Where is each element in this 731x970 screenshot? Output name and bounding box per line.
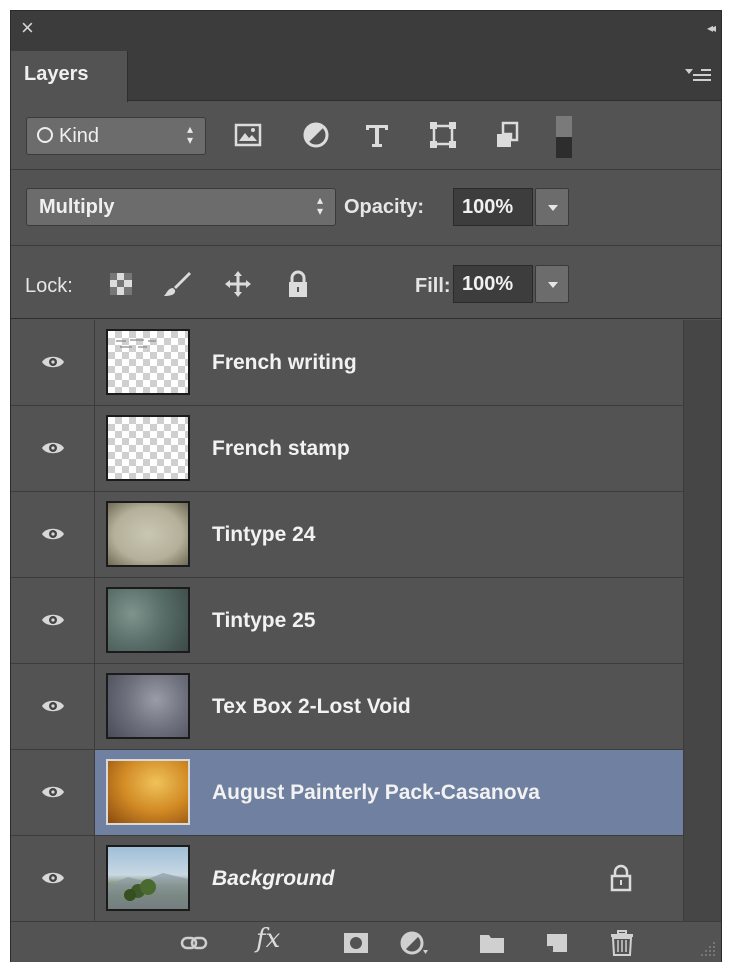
updown-arrows-icon: ▴ ▾ — [186, 122, 193, 147]
layer-row-tex-box-2-lost-void[interactable]: Tex Box 2-Lost Void — [11, 664, 683, 750]
layer-name: Tintype 24 — [212, 523, 316, 546]
adjustment-layer-filter-icon[interactable] — [301, 120, 331, 150]
blend-row: Multiply ▴ ▾ Opacity: 100% — [11, 171, 721, 246]
tab-layers[interactable]: Layers — [11, 51, 128, 102]
filter-row: Kind ▴ ▾ — [11, 102, 721, 170]
fill-dropdown-button[interactable] — [535, 265, 569, 303]
link-layers-icon[interactable] — [179, 930, 209, 956]
layer-name: Tex Box 2-Lost Void — [212, 695, 411, 718]
lock-all-icon[interactable] — [283, 269, 313, 299]
add-mask-icon[interactable] — [341, 930, 371, 956]
opacity-dropdown-button[interactable] — [535, 188, 569, 226]
visibility-cell[interactable] — [11, 664, 95, 749]
lock-row: Lock: Fill: 100% — [11, 247, 721, 319]
search-icon — [37, 127, 53, 143]
lock-image-pixels-icon[interactable] — [162, 269, 192, 299]
layer-thumbnail-august-painterly — [106, 759, 190, 825]
filter-kind-select[interactable]: Kind ▴ ▾ — [26, 117, 206, 155]
layer-thumbnail-tintype-25 — [106, 587, 190, 653]
layer-row-background[interactable]: Background — [11, 836, 683, 922]
layer-thumbnail-tex-box-2 — [106, 673, 190, 739]
bottom-toolbar: fx — [11, 921, 721, 962]
shape-layer-filter-icon[interactable] — [428, 120, 458, 150]
visibility-cell[interactable] — [11, 406, 95, 491]
updown-arrows-icon: ▴ ▾ — [316, 193, 323, 218]
fx-icon[interactable]: fx — [256, 924, 280, 954]
layer-name: French writing — [212, 351, 357, 374]
eye-icon[interactable] — [41, 870, 65, 886]
eye-icon[interactable] — [41, 784, 65, 800]
close-icon[interactable]: × — [21, 17, 34, 39]
tab-row: Layers — [11, 51, 721, 102]
lock-label: Lock: — [25, 275, 73, 297]
visibility-cell[interactable] — [11, 492, 95, 577]
new-group-folder-icon[interactable] — [477, 930, 507, 956]
layer-name: Background — [212, 867, 335, 890]
new-layer-icon[interactable] — [542, 930, 572, 956]
eye-icon[interactable] — [41, 440, 65, 456]
layer-row-august-painterly-pack-casanova[interactable]: August Painterly Pack-Casanova — [11, 750, 683, 836]
layer-row-tintype-25[interactable]: Tintype 25 — [11, 578, 683, 664]
layer-row-french-writing[interactable]: French writing — [11, 320, 683, 406]
layer-row-tintype-24[interactable]: Tintype 24 — [11, 492, 683, 578]
filter-kind-label: Kind — [59, 125, 100, 147]
layer-row-french-stamp[interactable]: French stamp — [11, 406, 683, 492]
visibility-cell[interactable] — [11, 750, 95, 835]
blend-mode-select[interactable]: Multiply ▴ ▾ — [26, 188, 336, 226]
panel-title-bar: × ◂◂ — [11, 11, 721, 51]
lock-position-icon[interactable] — [223, 269, 253, 299]
eye-icon[interactable] — [41, 526, 65, 542]
layers-panel: × ◂◂ Layers Kind ▴ ▾ Multiply ▴ ▾ Opacit… — [10, 10, 722, 962]
adjustment-layer-icon[interactable] — [399, 930, 429, 956]
pixel-layer-filter-icon[interactable] — [233, 120, 263, 150]
eye-icon[interactable] — [41, 612, 65, 628]
smart-object-filter-icon[interactable] — [493, 120, 523, 150]
visibility-cell[interactable] — [11, 578, 95, 663]
layer-thumbnail-french-stamp — [106, 415, 190, 481]
visibility-cell[interactable] — [11, 320, 95, 405]
layer-thumbnail-tintype-24 — [106, 501, 190, 567]
visibility-cell[interactable] — [11, 836, 95, 921]
eye-icon[interactable] — [41, 354, 65, 370]
panel-menu-icon[interactable] — [685, 65, 711, 85]
layer-list: French writing French stamp Tintype 24 T… — [11, 320, 683, 922]
opacity-field[interactable]: 100% — [453, 188, 533, 226]
layer-thumbnail-background — [106, 845, 190, 911]
layer-name: August Painterly Pack-Casanova — [212, 781, 540, 804]
resize-grip-icon[interactable] — [699, 940, 717, 958]
opacity-label: Opacity: — [344, 196, 425, 218]
layer-thumbnail-french-writing — [106, 329, 190, 395]
layer-list-scrollbar[interactable] — [683, 320, 721, 921]
fill-field[interactable]: 100% — [453, 265, 533, 303]
collapse-panel-icon[interactable]: ◂◂ — [707, 21, 716, 35]
lock-transparent-pixels-icon[interactable] — [106, 269, 136, 299]
type-layer-filter-icon[interactable] — [362, 120, 392, 150]
blend-mode-value: Multiply — [39, 196, 115, 218]
fill-label: Fill: — [415, 275, 451, 297]
trash-icon[interactable] — [607, 930, 637, 956]
layer-name: French stamp — [212, 437, 350, 460]
layer-name: Tintype 25 — [212, 609, 316, 632]
filter-toggle-switch[interactable] — [549, 116, 579, 158]
lock-icon — [610, 864, 632, 892]
eye-icon[interactable] — [41, 698, 65, 714]
